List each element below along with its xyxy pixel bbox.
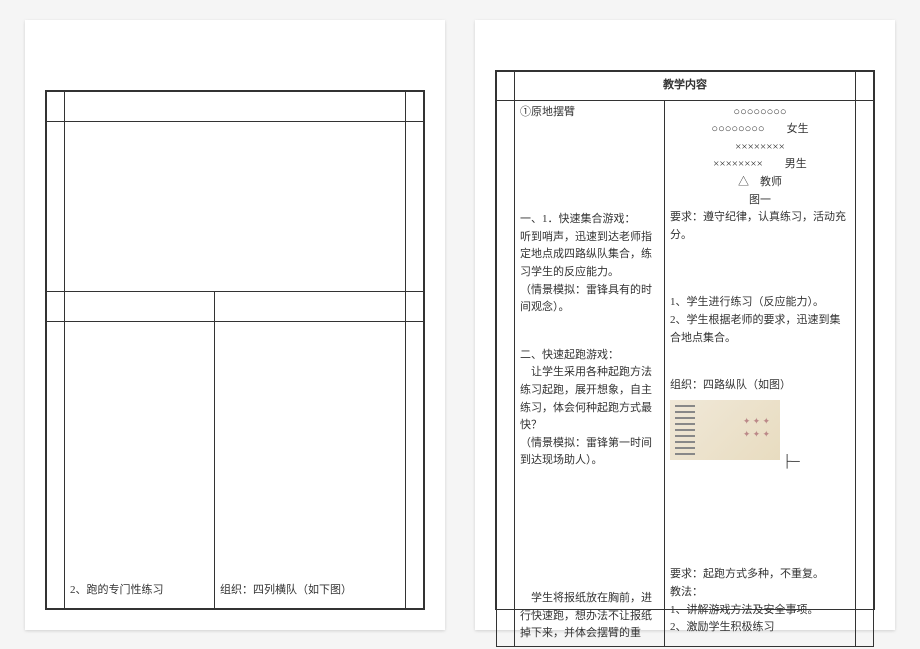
left-row-2 (47, 122, 424, 292)
left-row-4: 2、跑的专门性练习 组织：四列横队（如下图） (47, 322, 424, 609)
sec3-left-title: 二、快速起跑游戏： (520, 347, 659, 365)
sec4-req: 要求：起跑方式多种，不重复。 (670, 566, 850, 584)
right-header-row: 教学内容 (497, 72, 874, 101)
left-table: 2、跑的专门性练习 组织：四列横队（如下图） (46, 91, 424, 609)
sec2-right-1: 1、学生进行练习（反应能力）。 (670, 294, 850, 312)
sec4-method-1: 1、讲解游戏方法及安全事项。 (670, 602, 850, 620)
sec3-right-org: 组织：四路纵队（如图） (670, 377, 850, 395)
page-left: 2、跑的专门性练习 组织：四列横队（如下图） (25, 20, 445, 630)
page-left-inner: 2、跑的专门性练习 组织：四列横队（如下图） (45, 90, 425, 610)
formation-line-2: ○○○○○○○○ 女生 (670, 121, 850, 139)
left-bottom-left-cell: 2、跑的专门性练习 (65, 322, 215, 609)
sec3-left-note: （情景模拟：雷锋第一时间到达现场助人）。 (520, 435, 659, 470)
sec1-left-title: ①原地摆臂 (520, 104, 659, 122)
formation-line-1: ○○○○○○○○ (670, 104, 850, 122)
sec4-method-2: 2、激励学生积极练习 (670, 619, 850, 637)
right-content-row: ①原地摆臂 一、1．快速集合游戏： 听到哨声，迅速到达老师指定地点成四路纵队集合… (497, 100, 874, 646)
right-right-column: ○○○○○○○○ ○○○○○○○○ 女生 ×××××××× ×××××××× 男… (665, 100, 856, 646)
sec2-left-title: 一、1．快速集合游戏： (520, 211, 659, 229)
formation-line-3: ×××××××× (670, 139, 850, 157)
page-right-inner: 教学内容 ①原地摆臂 一、1．快速集合游戏： 听到哨声，迅速到达老师指定地点成四… (495, 70, 875, 610)
sec3-left-body1: 让学生采用各种起跑方法练习起跑，展开想象，自主练习，体会何种起跑方式最快？ (520, 364, 659, 434)
formation-line-4: ×××××××× 男生 (670, 156, 850, 174)
sec4-method-title: 教法： (670, 584, 850, 602)
sec1-req: 要求：遵守纪律，认真练习，活动充分。 (670, 209, 850, 244)
formation-image (670, 400, 780, 460)
right-left-column: ①原地摆臂 一、1．快速集合游戏： 听到哨声，迅速到达老师指定地点成四路纵队集合… (515, 100, 665, 646)
arrow-symbol: ├─ (783, 452, 800, 471)
sec2-left-body: 听到哨声，迅速到达老师指定地点成四路纵队集合，练习学生的反应能力。 (520, 229, 659, 282)
sec4-left-body: 学生将报纸放在胸前，进行快速跑，想办法不让报纸掉下来，并体会摆臂的重 (520, 590, 659, 643)
formation-line-5: △ 教师 (670, 174, 850, 192)
page-right: 教学内容 ①原地摆臂 一、1．快速集合游戏： 听到哨声，迅速到达老师指定地点成四… (475, 20, 895, 630)
left-row-1 (47, 92, 424, 122)
sec2-right-2: 2、学生根据老师的要求，迅速到集合地点集合。 (670, 312, 850, 347)
sec2-left-note: （情景模拟：雷锋具有的时间观念）。 (520, 282, 659, 317)
right-table: 教学内容 ①原地摆臂 一、1．快速集合游戏： 听到哨声，迅速到达老师指定地点成四… (496, 71, 874, 647)
left-row-3 (47, 292, 424, 322)
left-bottom-right-cell: 组织：四列横队（如下图） (215, 322, 406, 609)
formation-line-6: 图一 (670, 192, 850, 210)
header-title: 教学内容 (515, 72, 856, 101)
